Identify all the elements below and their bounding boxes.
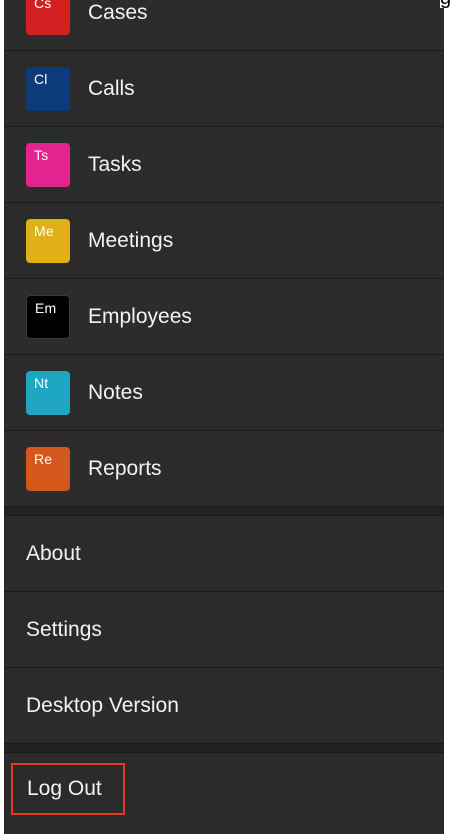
menu-item-label: Reports <box>88 456 162 480</box>
section-divider <box>4 744 444 753</box>
menu-item-label: Desktop Version <box>26 693 179 717</box>
menu-item-label: Tasks <box>88 152 142 176</box>
menu-item-label: Settings <box>26 617 102 641</box>
tasks-icon-abbr: Ts <box>34 146 49 163</box>
menu-list: Cs Cases Cl Calls Ts Tasks Me Meetings E… <box>4 0 444 834</box>
logout-label: Log Out <box>27 777 102 800</box>
calls-icon: Cl <box>26 66 70 111</box>
reports-icon-abbr: Re <box>34 450 53 467</box>
menu-item-label: Meetings <box>88 228 174 252</box>
meetings-icon-abbr: Me <box>34 222 54 239</box>
menu-item-settings[interactable]: Settings <box>4 592 444 668</box>
menu-item-employees[interactable]: Em Employees <box>4 279 444 355</box>
calls-icon-abbr: Cl <box>34 70 48 87</box>
side-menu: Cs Cases Cl Calls Ts Tasks Me Meetings E… <box>4 0 444 834</box>
menu-item-label: Cases <box>88 0 148 24</box>
menu-item-meetings[interactable]: Me Meetings <box>4 203 444 279</box>
employees-icon: Em <box>26 294 70 339</box>
notes-icon: Nt <box>26 370 70 415</box>
menu-item-label: Calls <box>88 76 135 100</box>
cases-icon-abbr: Cs <box>34 0 52 11</box>
notes-icon-abbr: Nt <box>34 374 49 391</box>
menu-item-desktop-version[interactable]: Desktop Version <box>4 668 444 744</box>
employees-icon-abbr: Em <box>35 299 57 316</box>
menu-item-label: About <box>26 541 81 565</box>
tasks-icon: Ts <box>26 142 70 187</box>
section-divider <box>4 507 444 516</box>
menu-item-label: Employees <box>88 304 192 328</box>
menu-item-label: Notes <box>88 380 143 404</box>
meetings-icon: Me <box>26 218 70 263</box>
right-edge-strip <box>444 0 450 834</box>
logout-button[interactable]: Log Out <box>11 763 125 815</box>
clipped-heading-fragment: g <box>440 0 450 8</box>
menu-item-tasks[interactable]: Ts Tasks <box>4 127 444 203</box>
cases-icon: Cs <box>26 0 70 35</box>
menu-item-cases[interactable]: Cs Cases <box>4 0 444 51</box>
menu-item-notes[interactable]: Nt Notes <box>4 355 444 431</box>
logout-row: Log Out <box>4 753 444 834</box>
menu-item-reports[interactable]: Re Reports <box>4 431 444 507</box>
reports-icon: Re <box>26 446 70 491</box>
menu-item-about[interactable]: About <box>4 516 444 592</box>
menu-item-calls[interactable]: Cl Calls <box>4 51 444 127</box>
